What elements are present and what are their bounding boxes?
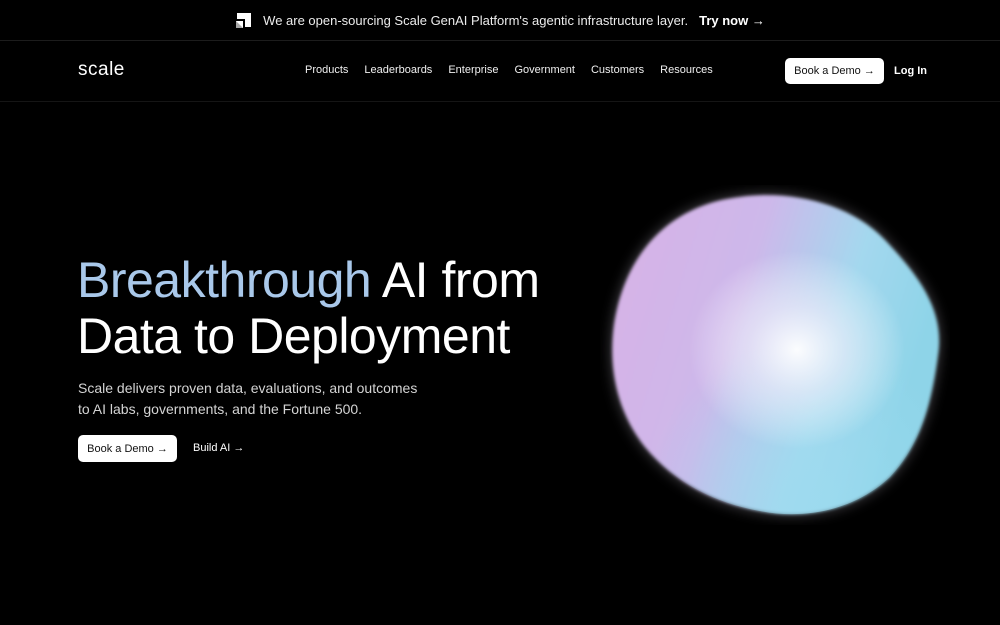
nav-item-resources[interactable]: Resources (660, 64, 713, 76)
hero-title-line1-rest: AI from (371, 252, 540, 308)
nav-item-government[interactable]: Government (514, 64, 575, 76)
hero-title-accent: Breakthrough (77, 252, 372, 308)
scale-logo[interactable]: scale (78, 59, 125, 81)
hero-subtitle: Scale delivers proven data, evaluations,… (78, 378, 438, 420)
nav-menu: Products Leaderboards Enterprise Governm… (305, 64, 729, 76)
nav-item-customers[interactable]: Customers (591, 64, 644, 76)
build-ai-link[interactable]: Build AI → (193, 442, 244, 454)
top-nav: scale Products Leaderboards Enterprise G… (0, 41, 1000, 102)
nav-item-leaderboards[interactable]: Leaderboards (364, 64, 432, 76)
nav-item-enterprise[interactable]: Enterprise (448, 64, 498, 76)
scale-mark-icon (236, 12, 252, 28)
hero-subtitle-line2: to AI labs, governments, and the Fortune… (78, 401, 363, 417)
hero-subtitle-line1: Scale delivers proven data, evaluations,… (78, 380, 418, 396)
book-demo-button-hero[interactable]: Book a Demo → (78, 435, 177, 462)
login-link[interactable]: Log In (894, 65, 927, 77)
announcement-text: We are open-sourcing Scale GenAI Platfor… (263, 12, 689, 28)
nav-item-products[interactable]: Products (305, 64, 348, 76)
gradient-orb (600, 185, 950, 525)
gradient-orb-graphic (612, 195, 940, 515)
announcement-bar: We are open-sourcing Scale GenAI Platfor… (0, 0, 1000, 41)
hero-title: Breakthrough AI from Data to Deployment (77, 252, 540, 364)
hero-title-line2: Data to Deployment (77, 308, 510, 364)
try-now-link[interactable]: Try now → (699, 13, 765, 28)
book-demo-button-nav[interactable]: Book a Demo → (785, 58, 884, 84)
